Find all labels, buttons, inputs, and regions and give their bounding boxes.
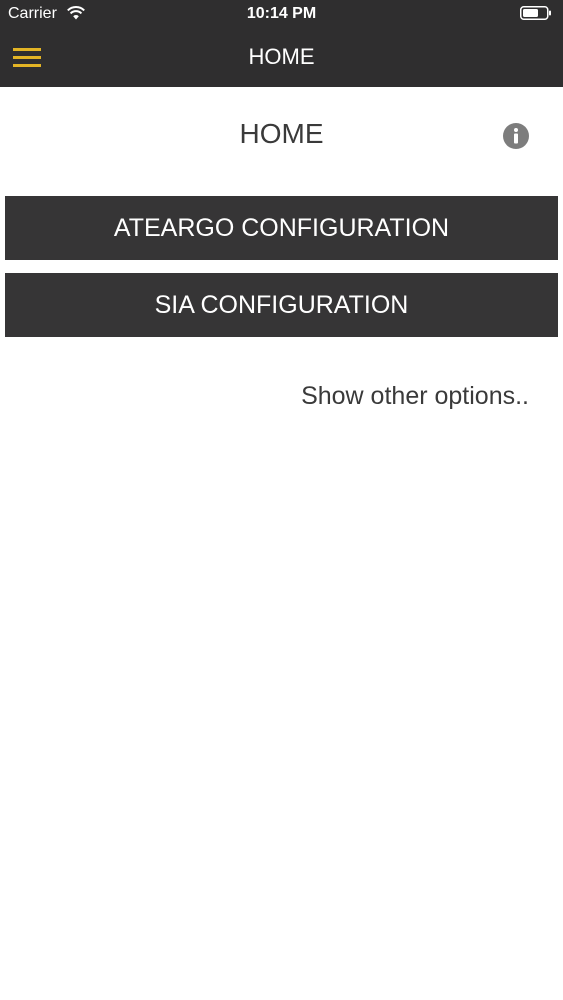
page-title: HOME (239, 118, 324, 149)
status-time: 10:14 PM (246, 5, 317, 22)
info-icon[interactable] (502, 122, 530, 150)
status-bar: Carrier 10:14 PM (0, 0, 563, 28)
nav-title: HOME (248, 44, 315, 69)
show-other-options-link[interactable]: Show other options.. (301, 382, 529, 411)
battery-icon (520, 6, 551, 20)
nav-bar: HOME (0, 28, 563, 87)
top-bar: Carrier 10:14 PM HOME (0, 0, 563, 87)
ateargo-configuration-button[interactable]: ATEARGO CONFIGURATION (5, 196, 558, 260)
sia-configuration-button[interactable]: SIA CONFIGURATION (5, 273, 558, 337)
